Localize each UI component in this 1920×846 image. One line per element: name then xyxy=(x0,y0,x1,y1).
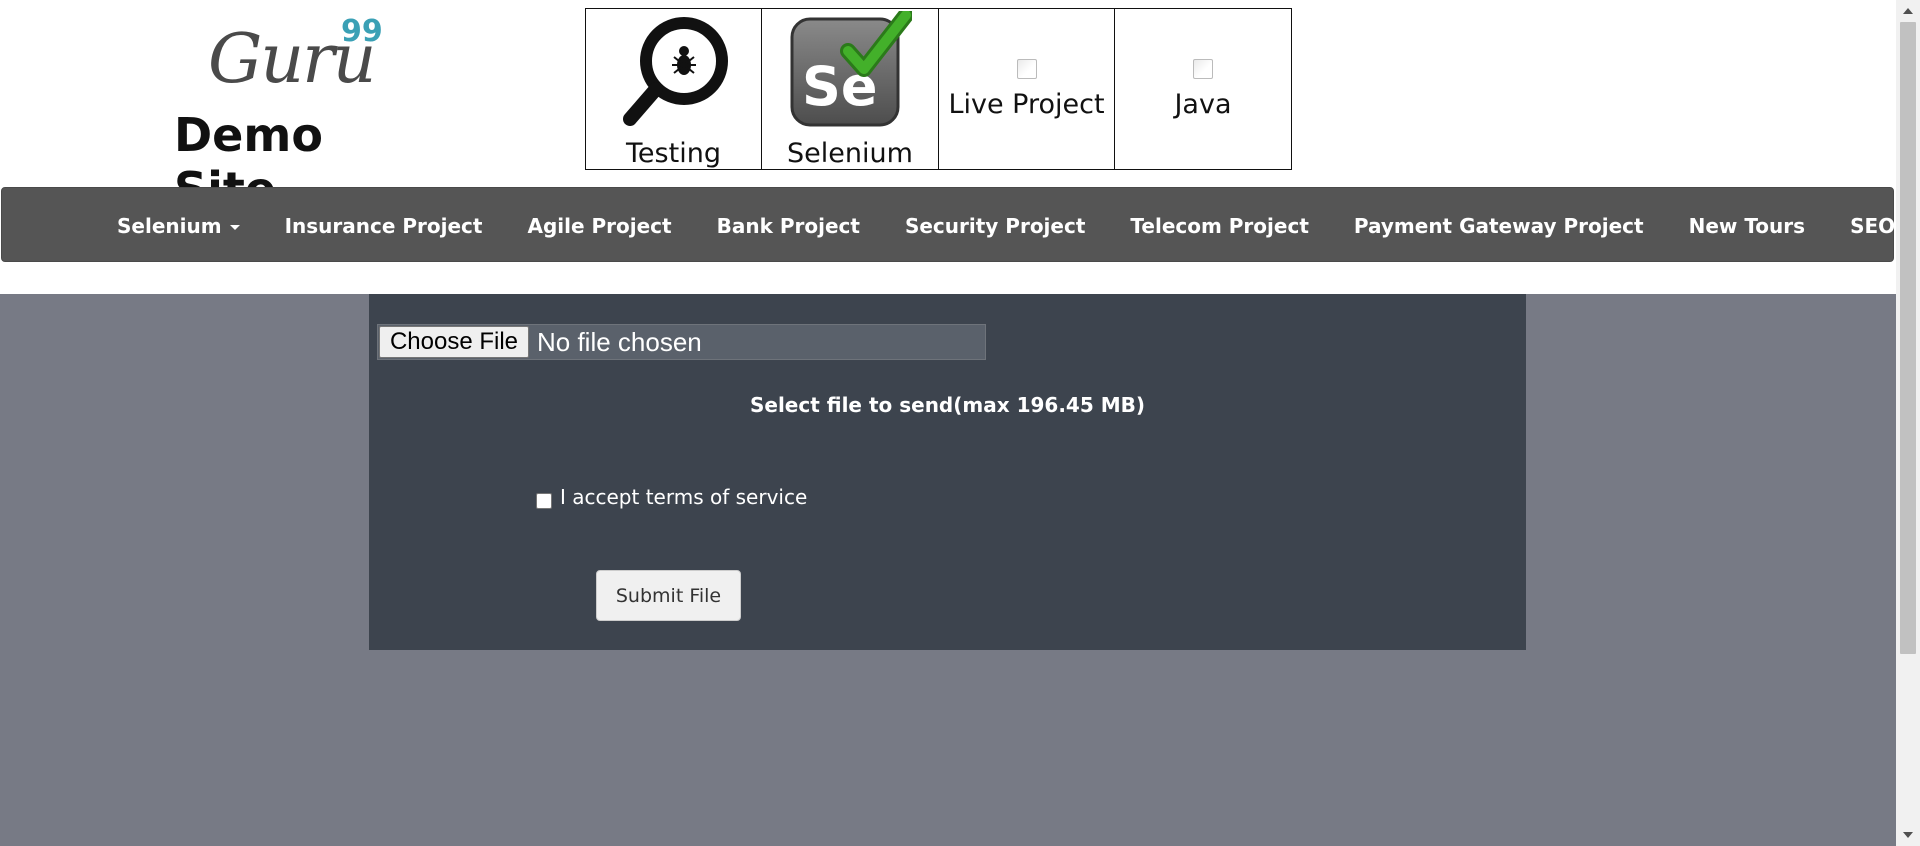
nav-item-selenium[interactable]: Selenium xyxy=(117,214,240,238)
tile-java[interactable]: Java xyxy=(1114,8,1292,170)
submit-file-button[interactable]: Submit File xyxy=(596,570,741,621)
broken-image-icon xyxy=(1193,59,1213,79)
terms-row: I accept terms of service xyxy=(536,485,807,509)
nav-item-insurance-project[interactable]: Insurance Project xyxy=(285,214,483,238)
tile-label: Testing xyxy=(626,138,721,169)
upload-instruction: Select file to send(max 196.45 MB) xyxy=(749,393,1146,417)
broken-image-icon xyxy=(1016,59,1037,79)
course-tiles: Testing Se Selenium Live Project Java xyxy=(584,8,1292,170)
tile-selenium[interactable]: Se Selenium xyxy=(761,8,939,170)
file-upload-input[interactable]: Choose File No file chosen xyxy=(377,324,986,360)
nav-menu: Selenium Insurance Project Agile Project… xyxy=(117,188,1920,263)
site-header: Guru 99 Demo Site Testing xyxy=(0,0,1896,216)
guru99-logo[interactable]: Guru 99 Demo Site xyxy=(168,10,428,216)
vertical-scrollbar[interactable] xyxy=(1896,0,1920,846)
caret-down-icon xyxy=(229,224,240,230)
logo-superscript: 99 xyxy=(341,14,383,49)
nav-item-label: SEO xyxy=(1850,213,1896,238)
magnifier-bug-icon xyxy=(622,17,728,126)
selenium-logo-icon: Se xyxy=(790,11,912,127)
scroll-up-arrow-icon[interactable] xyxy=(1903,8,1913,14)
main-navbar: Selenium Insurance Project Agile Project… xyxy=(1,187,1914,262)
nav-item-new-tours[interactable]: New Tours xyxy=(1689,214,1805,238)
tile-label: Live Project xyxy=(948,89,1105,120)
nav-item-telecom-project[interactable]: Telecom Project xyxy=(1130,214,1308,238)
file-status-text: No file chosen xyxy=(537,327,702,357)
terms-label[interactable]: I accept terms of service xyxy=(560,485,807,509)
scroll-down-arrow-icon[interactable] xyxy=(1903,832,1913,838)
tile-label: Java xyxy=(1174,89,1232,120)
nav-item-label: Selenium xyxy=(117,213,222,238)
tile-live-project[interactable]: Live Project xyxy=(937,8,1116,170)
nav-item-bank-project[interactable]: Bank Project xyxy=(717,214,860,238)
scroll-thumb[interactable] xyxy=(1900,22,1916,654)
terms-checkbox[interactable] xyxy=(536,493,552,509)
tile-testing[interactable]: Testing xyxy=(584,8,763,170)
nav-item-security-project[interactable]: Security Project xyxy=(905,214,1085,238)
nav-item-payment-gateway-project[interactable]: Payment Gateway Project xyxy=(1354,214,1644,238)
tile-label: Selenium xyxy=(787,138,913,169)
choose-file-button[interactable]: Choose File xyxy=(379,326,529,358)
nav-item-agile-project[interactable]: Agile Project xyxy=(527,214,671,238)
